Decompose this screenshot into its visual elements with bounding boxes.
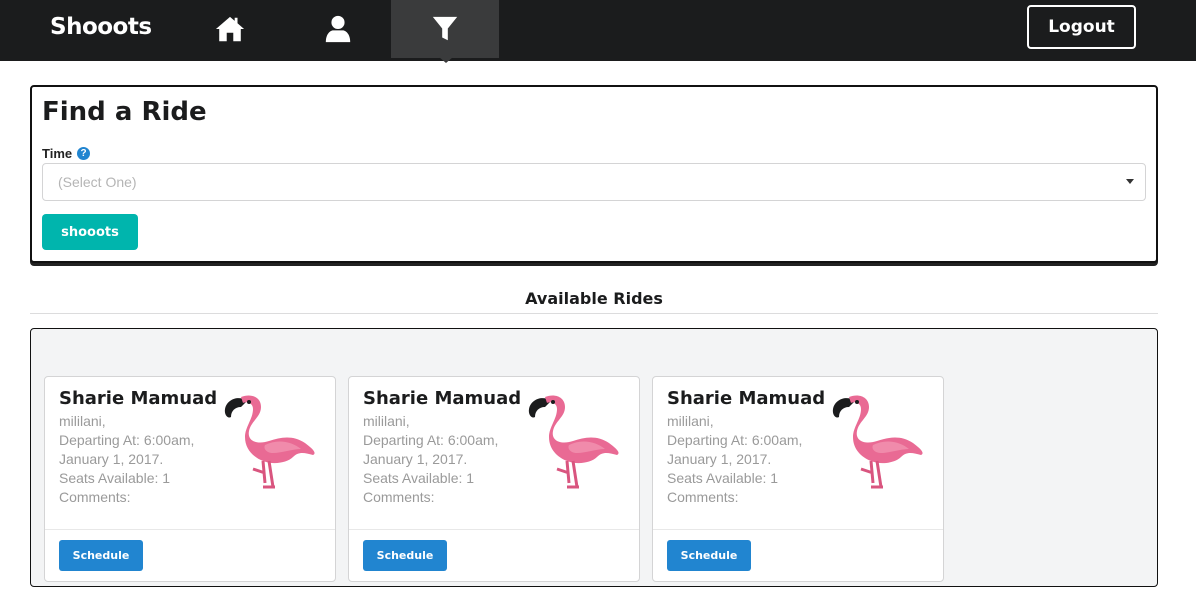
ride-comments: Comments: bbox=[59, 489, 131, 505]
ride-comments: Comments: bbox=[667, 489, 739, 505]
ride-details: mililani, Departing At: 6:00am, January … bbox=[363, 412, 513, 507]
ride-departing: Departing At: 6:00am, bbox=[667, 432, 803, 448]
ride-card: Sharie Mamuad mililani, Departing At: 6:… bbox=[44, 376, 336, 582]
ride-driver-name: Sharie Mamuad bbox=[667, 388, 826, 409]
schedule-button[interactable]: Schedule bbox=[59, 540, 143, 571]
schedule-button[interactable]: Schedule bbox=[363, 540, 447, 571]
ride-card: Sharie Mamuad mililani, Departing At: 6:… bbox=[652, 376, 944, 582]
available-rides-heading: Available Rides bbox=[525, 289, 663, 308]
top-nav: Shooots Logout bbox=[0, 0, 1196, 63]
flamingo-image bbox=[528, 395, 619, 489]
time-label: Time bbox=[42, 146, 73, 161]
ride-location: mililani, bbox=[59, 413, 106, 429]
ride-seats: Seats Available: 1 bbox=[363, 470, 475, 486]
ride-seats: Seats Available: 1 bbox=[59, 470, 171, 486]
filter-icon bbox=[432, 16, 458, 41]
logout-button[interactable]: Logout bbox=[1027, 5, 1136, 49]
flamingo-image bbox=[224, 395, 315, 489]
nav-profile[interactable] bbox=[284, 0, 392, 58]
ride-location: mililani, bbox=[667, 413, 714, 429]
ride-card: Sharie Mamuad mililani, Departing At: 6:… bbox=[348, 376, 640, 582]
brand-logo[interactable]: Shooots bbox=[50, 14, 152, 40]
card-divider bbox=[653, 529, 943, 530]
caret-down-icon bbox=[1126, 179, 1134, 184]
ride-departing: Departing At: 6:00am, bbox=[59, 432, 195, 448]
active-nav-pointer bbox=[439, 57, 453, 63]
find-ride-form: Find a Ride Time ? (Select One) shooots bbox=[30, 85, 1158, 263]
ride-departing: Departing At: 6:00am, bbox=[363, 432, 499, 448]
time-label-group: Time ? bbox=[42, 146, 91, 161]
ride-driver-name: Sharie Mamuad bbox=[363, 388, 522, 409]
submit-button[interactable]: shooots bbox=[42, 214, 138, 250]
card-divider bbox=[349, 529, 639, 530]
rides-panel: Sharie Mamuad mililani, Departing At: 6:… bbox=[30, 328, 1158, 587]
nav-home[interactable] bbox=[176, 0, 284, 58]
time-select-placeholder: (Select One) bbox=[58, 174, 137, 190]
ride-details: mililani, Departing At: 6:00am, January … bbox=[59, 412, 209, 507]
ride-departing-date: January 1, 2017. bbox=[59, 451, 164, 467]
flamingo-image bbox=[832, 395, 923, 489]
ride-details: mililani, Departing At: 6:00am, January … bbox=[667, 412, 817, 507]
page-title: Find a Ride bbox=[42, 97, 207, 127]
ride-seats: Seats Available: 1 bbox=[667, 470, 779, 486]
card-divider bbox=[45, 529, 335, 530]
schedule-button[interactable]: Schedule bbox=[667, 540, 751, 571]
ride-departing-date: January 1, 2017. bbox=[667, 451, 772, 467]
nav-filter[interactable] bbox=[391, 0, 499, 58]
ride-driver-name: Sharie Mamuad bbox=[59, 388, 218, 409]
ride-location: mililani, bbox=[363, 413, 410, 429]
time-select[interactable]: (Select One) bbox=[42, 163, 1146, 201]
question-circle-icon[interactable]: ? bbox=[77, 147, 91, 160]
user-icon bbox=[325, 15, 351, 43]
home-icon bbox=[215, 16, 245, 42]
ride-departing-date: January 1, 2017. bbox=[363, 451, 468, 467]
ride-comments: Comments: bbox=[363, 489, 435, 505]
section-divider bbox=[30, 313, 1158, 314]
